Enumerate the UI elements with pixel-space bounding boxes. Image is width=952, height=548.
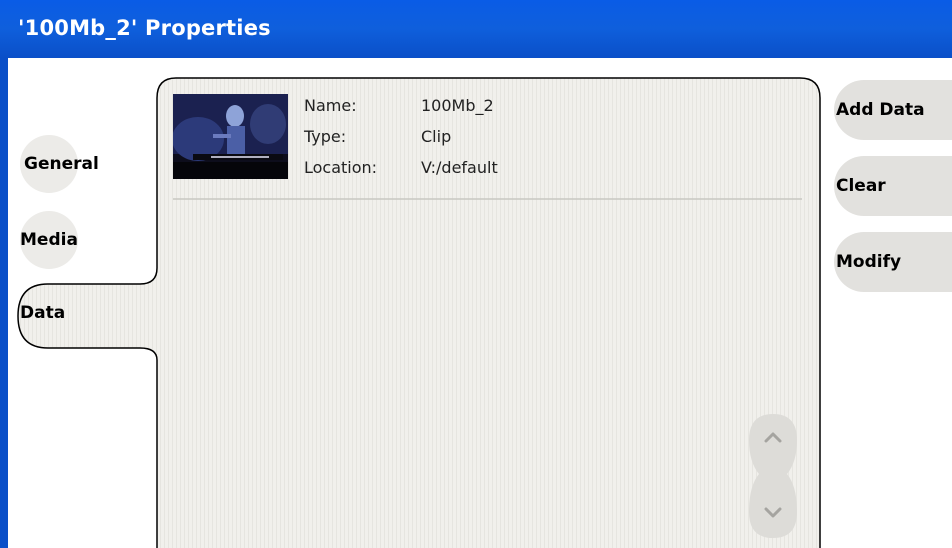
tab-general-label: General — [24, 154, 99, 174]
location-value: V:/default — [421, 158, 498, 177]
modify-button[interactable]: Modify — [834, 232, 952, 292]
name-value: 100Mb_2 — [421, 96, 494, 115]
clip-thumbnail — [173, 94, 288, 179]
add-data-label: Add Data — [836, 100, 925, 120]
type-label: Type: — [304, 127, 347, 146]
tab-data-label: Data — [20, 303, 66, 323]
modify-label: Modify — [836, 252, 902, 272]
add-data-button[interactable]: Add Data — [834, 80, 952, 140]
clear-label: Clear — [836, 176, 886, 196]
clear-button[interactable]: Clear — [834, 156, 952, 216]
type-value: Clip — [421, 127, 452, 146]
data-panel — [17, 77, 821, 548]
name-label: Name: — [304, 96, 357, 115]
scroll-control — [749, 414, 797, 538]
tab-media-label: Media — [20, 230, 78, 250]
location-label: Location: — [304, 158, 378, 177]
